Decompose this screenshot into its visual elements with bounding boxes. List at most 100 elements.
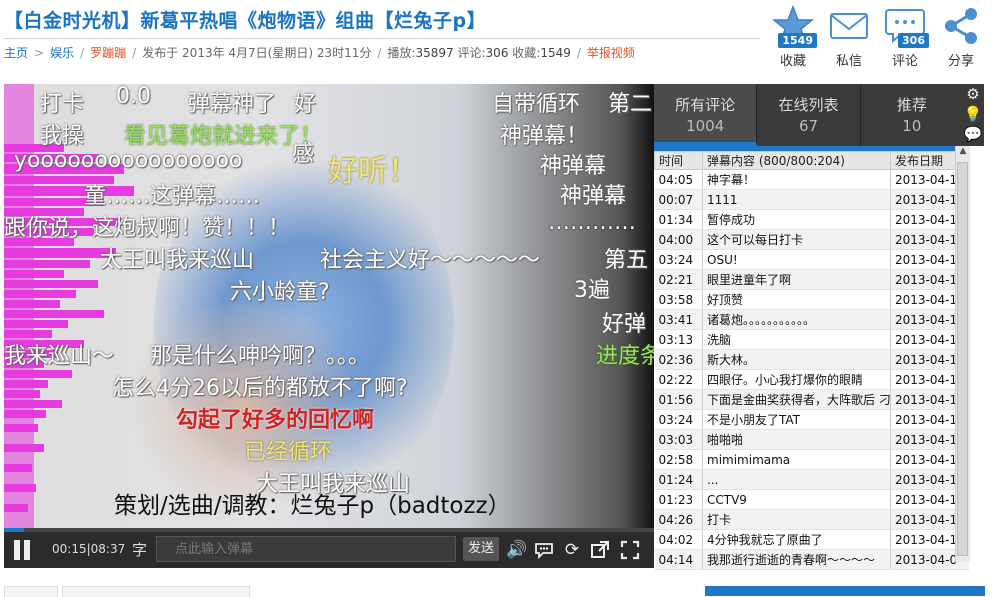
uploader-link[interactable]: 罗蹦蹦 [90,46,126,60]
danmaku-comment: 神弹幕 [540,154,607,179]
comments-label: 评论: [457,46,486,60]
report-link[interactable]: 举报视频 [587,46,635,60]
table-row[interactable]: 02:22 四眼仔。小心我打爆你的眼睛 2013-04-1 [654,369,969,390]
danmaku-comment: 已经循环 [244,440,333,465]
table-row[interactable]: 04:05 神字幕！ 2013-04-1 [654,169,969,190]
danmaku-comment: 好 [294,92,317,117]
table-row[interactable]: 00:07 1111 2013-04-1 [654,189,969,210]
danmaku-comment: 第二 [608,92,653,117]
cell-time: 04:26 [654,509,703,530]
video-title: 【白金时光机】新葛平热唱《炮物语》组曲【烂兔子p】 [4,10,487,32]
danmaku-comment: 弹幕神了 [188,92,277,117]
tab-all-comments[interactable]: 所有评论 1004 [654,84,758,146]
danmaku-comment: 那是什么呻吟啊？。。。 [150,344,371,369]
table-row[interactable]: 02:58 mimimimama 2013-04-1 [654,449,969,470]
danmaku-comment: 进度条 [596,344,654,369]
danmaku-input[interactable]: 点此输入弹幕 [156,536,456,562]
tab-recommend[interactable]: 推荐 10 [861,84,964,146]
danmaku-comment: 第五 [604,248,649,273]
bottom-tab[interactable] [4,586,58,597]
danmaku-comment: 我操 [40,124,85,149]
lightbulb-icon[interactable]: 💡 [962,104,984,124]
message-button[interactable]: 私信 [824,4,874,70]
cell-content: 诸葛炮。。。。。。。。。。。 [702,309,891,330]
table-row[interactable]: 03:13 洗脑 2013-04-1 [654,329,969,350]
table-scrollbar[interactable]: ▲ [955,146,970,562]
table-row[interactable]: 03:58 好顶赞 2013-04-1 [654,289,969,310]
published-prefix: 发布于 [142,46,179,60]
breadcrumb-category[interactable]: 娱乐 [50,46,74,60]
scroll-up-arrow[interactable]: ▲ [956,146,970,160]
danmaku-table: 时间 弹幕内容 (800/800:204) 发布日期 04:05 神字幕！ 2013… [654,151,969,570]
cell-time: 03:24 [654,249,703,270]
cell-content: 4分钟我就忘了原曲了 [702,529,891,550]
danmaku-comment: 我来巡山～ [4,344,115,369]
cell-time: 03:41 [654,309,703,330]
send-button[interactable]: 发送 [463,537,499,561]
published-date: 2013年 4月7日(星期日) 23时11分 [182,46,372,60]
danmaku-comment: 神弹幕 [560,184,627,209]
fullscreen-icon[interactable] [620,540,640,560]
table-row[interactable]: 04:02 4分钟我就忘了原曲了 2013-04-1 [654,529,969,550]
video-frame[interactable]: 打卡 0.0 弹幕神了 好 自带循环 第二 我操 看见葛炮就进来了！ 神弹幕！ … [4,84,654,528]
cell-time: 02:22 [654,369,703,390]
video-player[interactable]: 打卡 0.0 弹幕神了 好 自带循环 第二 我操 看见葛炮就进来了！ 神弹幕！ … [4,84,654,568]
cell-content: 我那逝行逝逝的青春啊～～～～ [702,549,891,570]
table-row[interactable]: 04:14 我那逝行逝逝的青春啊～～～～ 2013-04-0 [654,549,969,570]
comment-label: 评论 [891,54,918,69]
table-row[interactable]: 03:03 啪啪啪 2013-04-1 [654,429,969,450]
cell-time: 01:24 [654,469,703,490]
gear-icon[interactable]: ⚙ [962,84,984,104]
cell-time: 03:03 [654,429,703,450]
column-header-time[interactable]: 时间 [654,151,703,170]
table-row[interactable]: 01:23 CCTV9 2013-04-1 [654,489,969,510]
danmaku-comment: yoooooooooooooooo [14,148,243,173]
cell-content: ... [702,469,891,490]
cell-content: 1111 [702,189,891,210]
cell-content: 不是小朋友了TAT [702,409,891,430]
table-row[interactable]: 03:24 不是小朋友了TAT 2013-04-1 [654,409,969,430]
tab-label: 在线列表 [778,96,839,114]
danmaku-comment: 社会主义好～～～～～ [320,248,541,273]
plays-count: 35897 [415,46,454,60]
cell-time: 04:02 [654,529,703,550]
bottom-share-bar[interactable] [62,586,250,597]
divider [4,38,760,39]
breadcrumb-home[interactable]: 主页 [4,46,28,60]
video-credit: 策划/选曲/调教：烂兔子p（badtozz） [114,493,511,519]
cell-content: 暂停成功 [702,209,891,230]
danmaku-comment: 怎么4分26以后的都放不了啊? [112,376,408,401]
table-row[interactable]: 01:34 暂停成功 2013-04-1 [654,209,969,230]
comment-button[interactable]: 306 评论 [880,4,930,70]
favorite-label: 收藏 [779,54,806,69]
table-row[interactable]: 02:36 斯大林。 2013-04-1 [654,349,969,370]
column-header-content[interactable]: 弹幕内容 (800/800:204) [702,151,891,170]
volume-icon[interactable]: 🔊 [506,540,527,560]
table-row[interactable]: 01:56 下面是金曲奖获得者，大阵歌后 刁 2013-04-1 [654,389,969,410]
danmaku-style-icon[interactable]: 字 [132,539,147,560]
table-row[interactable]: 04:26 打卡 2013-04-1 [654,509,969,530]
table-row[interactable]: 03:41 诸葛炮。。。。。。。。。。。 2013-04-1 [654,309,969,330]
scrollbar-thumb[interactable] [957,162,968,556]
danmaku-comment: ………… [548,210,636,235]
star-icon: 1549 [771,4,817,48]
table-row[interactable]: 04:00 这个可以每日打卡 2013-04-1 [654,229,969,250]
table-row[interactable]: 03:24 OSU! 2013-04-1 [654,249,969,270]
table-row[interactable]: 02:21 眼里进童年了啊 2013-04-1 [654,269,969,290]
video-meta: 主页 > 娱乐 / 罗蹦蹦 / 发布于 2013年 4月7日(星期日) 23时11分 / 播放:… [4,46,635,60]
chat-icon[interactable]: 💬 [962,124,984,144]
loop-icon[interactable]: ⟳ [562,540,582,560]
danmaku-comment: 0.0 [116,84,151,109]
favorite-badge: 1549 [778,33,817,48]
share-button[interactable]: 分享 [936,4,986,70]
comments-count: 306 [485,46,509,60]
danmaku-toggle-icon[interactable] [534,540,554,560]
favorite-button[interactable]: 1549 收藏 [768,4,818,70]
danmaku-comment: 好听！ [328,154,418,189]
table-row[interactable]: 01:24... 2013-04-1 [654,469,969,490]
popout-icon[interactable] [590,540,610,560]
tab-online-list[interactable]: 在线列表 67 [757,84,861,146]
cell-content: 好顶赞 [702,289,891,310]
tab-count: 1004 [686,117,725,135]
pause-button[interactable] [12,540,32,560]
